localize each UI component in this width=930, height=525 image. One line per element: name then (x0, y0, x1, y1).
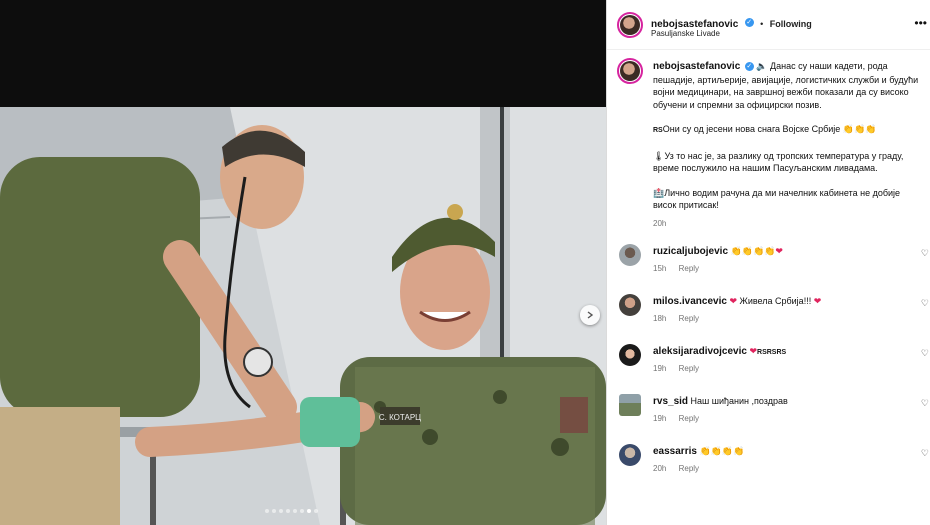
carousel-dot[interactable] (272, 509, 276, 513)
like-comment-icon[interactable]: ♡ (921, 248, 929, 259)
commenter-username[interactable]: eassarris (653, 446, 697, 457)
verified-icon: ✓ (744, 62, 754, 72)
commenter-username[interactable]: ruzicaljubojevic (653, 246, 728, 257)
reply-button[interactable]: Reply (679, 314, 699, 323)
like-comment-icon[interactable]: ♡ (921, 448, 929, 459)
hospital-icon: 🏥 (653, 187, 665, 198)
comment-item: rvs_sid Наш шиђанин ,поздрав 19h Reply ♡ (619, 392, 930, 438)
commenter-username[interactable]: milos.ivancevic (653, 296, 727, 307)
reply-button[interactable]: Reply (679, 414, 699, 423)
reply-button[interactable]: Reply (679, 364, 699, 373)
reply-button[interactable]: Reply (679, 464, 699, 473)
carousel-dot[interactable] (307, 509, 311, 513)
carousel-dot[interactable] (293, 509, 297, 513)
carousel-dot[interactable] (300, 509, 304, 513)
post-media: С. КОТАРЦ (0, 0, 606, 525)
caption-paragraph-2: Они су од јесени нова снага Војске Србиј… (662, 124, 841, 134)
comment-timestamp: 15h (653, 264, 667, 273)
comment-timestamp: 19h (653, 414, 667, 423)
comment-text: Живела Србија!!! (739, 296, 812, 306)
more-options-icon[interactable]: ••• (914, 16, 927, 30)
caption-timestamp: 20h (653, 218, 667, 228)
like-comment-icon[interactable]: ♡ (921, 398, 929, 409)
comment-item: milos.ivancevic ❤ Живела Србија!!! ❤ 18h… (619, 292, 930, 338)
comment-text: Наш шиђанин ,поздрав (690, 396, 788, 406)
verified-icon: ✓ (744, 18, 754, 28)
comment-timestamp: 20h (653, 464, 667, 473)
photo-illustration: С. КОТАРЦ (0, 107, 606, 525)
comment-timestamp: 18h (653, 314, 667, 323)
carousel-dot[interactable] (286, 509, 290, 513)
speaker-icon: 🔈 (756, 61, 768, 71)
comment-item: eassarris 👏👏👏👏 20h Reply ♡ (619, 442, 930, 488)
comment-item: aleksijaradivojcevic ❤RSRSRS 19h Reply ♡ (619, 342, 930, 388)
carousel-dot[interactable] (314, 509, 318, 513)
thermometer-icon: 🌡 (653, 150, 665, 161)
heart-emoji: ❤ (775, 246, 783, 256)
heart-emoji: ❤ (729, 296, 737, 306)
serbia-flag-icon: RS (653, 127, 663, 134)
author-avatar[interactable] (617, 12, 643, 38)
chevron-right-icon (587, 311, 594, 319)
caption-author-avatar[interactable] (617, 58, 643, 84)
comment-timestamp: 19h (653, 364, 667, 373)
carousel-dot[interactable] (279, 509, 283, 513)
comment-text: 👏👏👏👏 (730, 246, 776, 256)
comment-text: 👏👏👏👏 (699, 446, 745, 456)
carousel-indicator (265, 509, 318, 513)
reply-button[interactable]: Reply (679, 264, 699, 273)
like-comment-icon[interactable]: ♡ (921, 348, 929, 359)
follow-status-button[interactable]: Following (770, 19, 812, 29)
heart-emoji: ❤ (749, 346, 758, 356)
heart-emoji: ❤ (813, 296, 822, 306)
caption-username[interactable]: nebojsastefanovic (653, 61, 740, 72)
caption-paragraph-3: Уз то нас је, за разлику од тропских тем… (653, 150, 904, 174)
commenter-username[interactable]: aleksijaradivojcevic (653, 346, 747, 357)
carousel-dot[interactable] (265, 509, 269, 513)
post-photo[interactable]: С. КОТАРЦ (0, 107, 606, 525)
carousel-next-button[interactable] (580, 305, 600, 325)
commenter-avatar[interactable] (619, 394, 641, 416)
comment-text: RSRSRS (757, 349, 787, 356)
post-sidebar: nebojsastefanovic ✓ • Following Pasuljan… (606, 0, 930, 525)
media-top-bar (0, 0, 606, 107)
soldier-nametape: С. КОТАРЦ (379, 413, 421, 422)
comment-item: ruzicaljubojevic 👏👏👏👏❤ 15h Reply ♡ (619, 242, 930, 288)
clap-emoji: 👏👏👏 (842, 124, 877, 134)
post-caption: nebojsastefanovic ✓ 🔈 Данас су наши каде… (653, 60, 923, 230)
caption-paragraph-4: Лично водим рачуна да ми начелник кабине… (653, 187, 901, 211)
post-location[interactable]: Pasuljanske Livade (651, 29, 720, 38)
like-comment-icon[interactable]: ♡ (921, 298, 929, 309)
separator-dot: • (760, 19, 764, 29)
commenter-avatar[interactable] (619, 244, 641, 266)
commenter-username[interactable]: rvs_sid (653, 396, 688, 407)
commenter-avatar[interactable] (619, 444, 641, 466)
post-header: nebojsastefanovic ✓ • Following Pasuljan… (607, 0, 930, 50)
commenter-avatar[interactable] (619, 294, 641, 316)
commenter-avatar[interactable] (619, 344, 641, 366)
